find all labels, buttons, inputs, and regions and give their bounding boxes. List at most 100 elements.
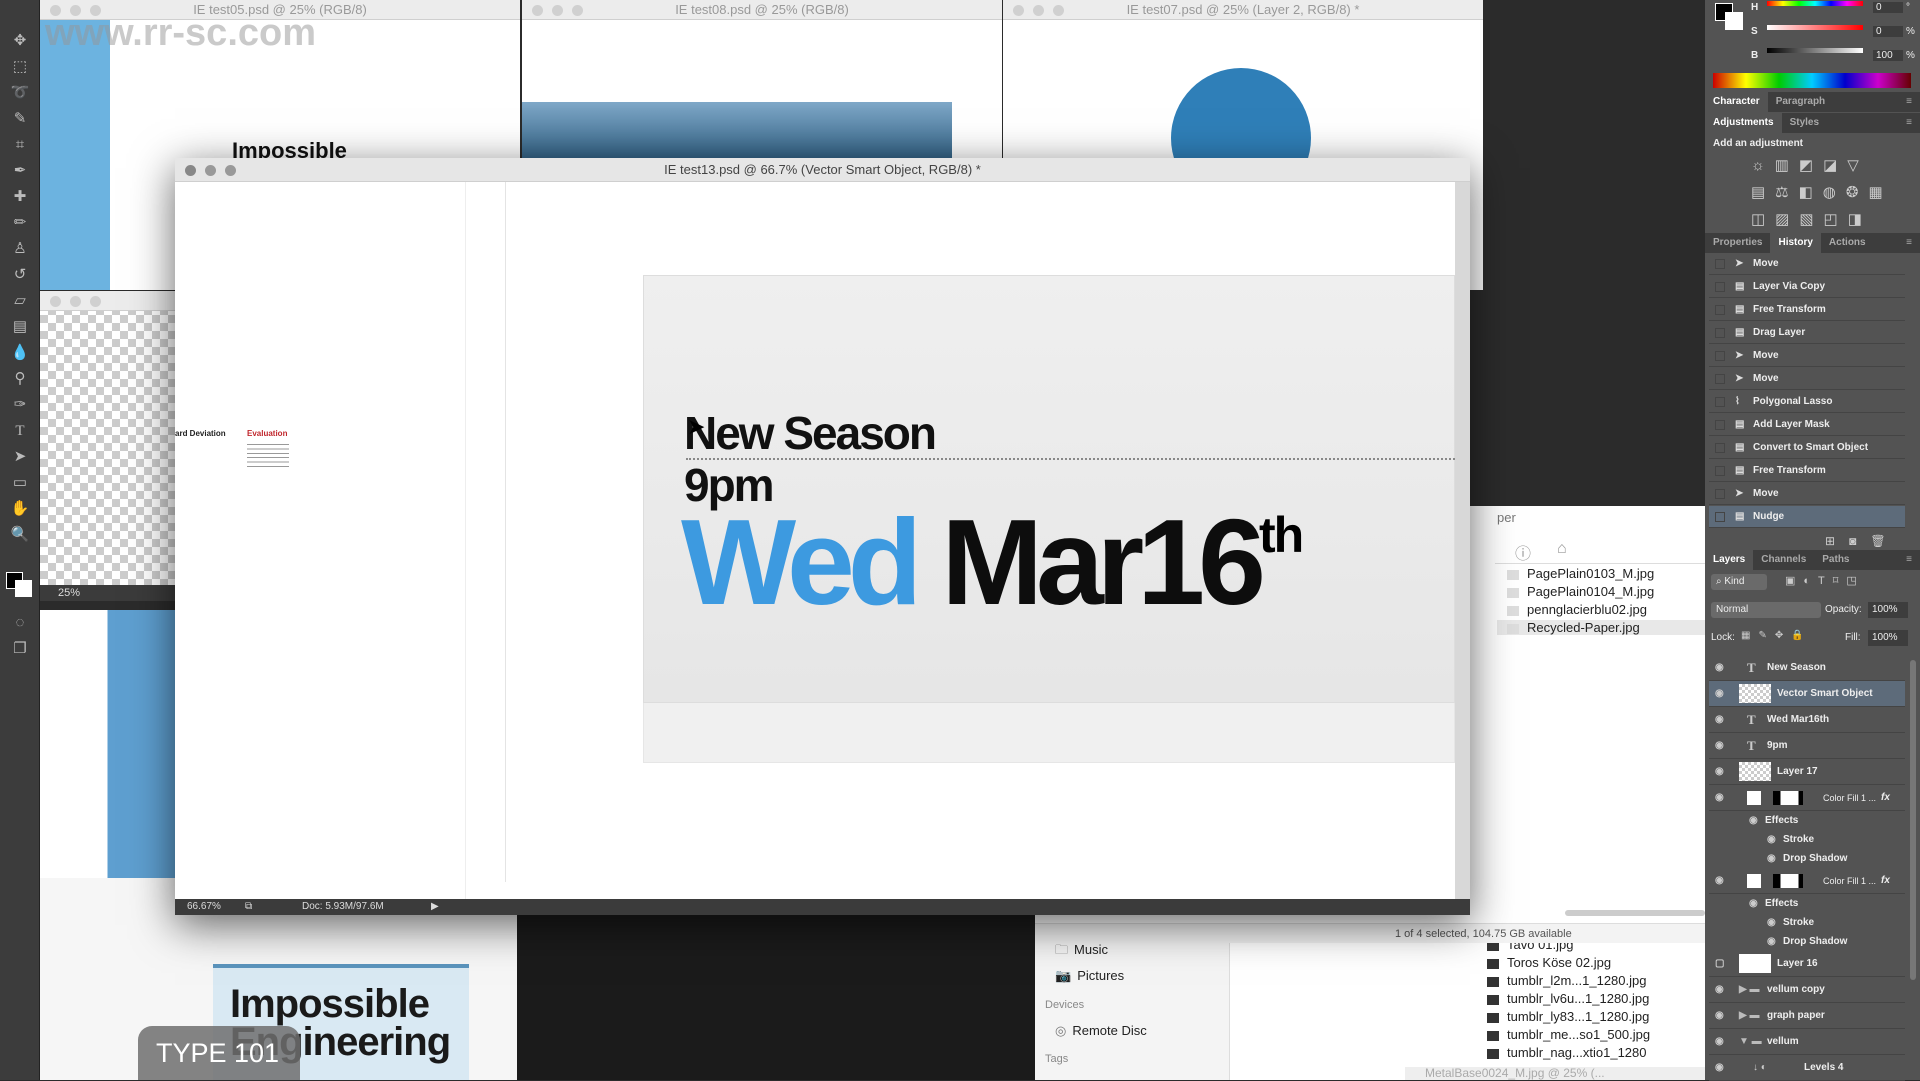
fx-icon[interactable]: fx	[1881, 785, 1890, 811]
layer-effect[interactable]: ◉ Drop Shadow	[1709, 932, 1905, 951]
background-swatch[interactable]	[1725, 12, 1743, 30]
layer-row[interactable]: ◉ Layer 17	[1709, 759, 1905, 785]
brightness-slider[interactable]	[1767, 48, 1863, 53]
history-item[interactable]: ➤ Move	[1709, 368, 1905, 390]
finder-window-lower[interactable]: 🗀 Music 📷 Pictures Devices ◎ Remote Disc Tags T…	[1035, 943, 1705, 1080]
history-snapshot-checkbox[interactable]	[1715, 259, 1725, 269]
tab-layers-1[interactable]: Channels	[1753, 550, 1814, 570]
crop-tool-icon[interactable]: ⌗	[6, 134, 34, 156]
file-item[interactable]: Recycled-Paper.jpg	[1497, 620, 1705, 635]
eyedropper-tool-icon[interactable]: ✒	[6, 160, 34, 182]
layer-effect[interactable]: ◉ Effects	[1709, 894, 1905, 913]
file-item[interactable]: pennglacierblu02.jpg	[1497, 602, 1705, 617]
history-item[interactable]: ➤ Move	[1709, 253, 1905, 275]
layer-row[interactable]: ◉ Color Fill 1 ... fx	[1709, 785, 1905, 811]
layer-row[interactable]: ◉ ▼ ▬ vellum	[1709, 1029, 1905, 1055]
gradient-tool-icon[interactable]: ▤	[6, 316, 34, 338]
kind-filter[interactable]: ⌕ Kind	[1711, 574, 1767, 590]
stamp-tool-icon[interactable]: ♙	[6, 238, 34, 260]
history-item[interactable]: ▤ Layer Via Copy	[1709, 276, 1905, 298]
eye-icon[interactable]: ◉	[1715, 1055, 1724, 1081]
tab-layers-2[interactable]: Paths	[1814, 550, 1857, 570]
background-color-swatch[interactable]	[15, 580, 32, 597]
history-item[interactable]: ▤ Nudge	[1709, 506, 1905, 528]
new-season-text[interactable]: New Season	[684, 406, 937, 460]
eye-icon[interactable]: ◉	[1749, 811, 1758, 830]
eye-icon[interactable]: ◉	[1715, 681, 1724, 707]
history-item[interactable]: ➤ Move	[1709, 345, 1905, 367]
minimize-button[interactable]	[205, 165, 216, 176]
trash-icon[interactable]: 🗑	[1870, 534, 1899, 548]
file-item[interactable]: PagePlain0103_M.jpg	[1497, 566, 1705, 581]
status-menu-arrow-icon[interactable]: ▶	[431, 899, 439, 915]
lock-icons[interactable]: ▦✎✥🔒	[1741, 630, 1812, 641]
eraser-tool-icon[interactable]: ▱	[6, 290, 34, 312]
file-item[interactable]: tumblr_ly83...1_1280.jpg	[1487, 1009, 1649, 1024]
marquee-tool-icon[interactable]: ⬚	[6, 56, 34, 78]
history-item[interactable]: ▤ Convert to Smart Object	[1709, 437, 1905, 459]
healing-tool-icon[interactable]: ✚	[6, 186, 34, 208]
folder-icon[interactable]: ▼ ▬	[1739, 1029, 1762, 1055]
layer-row[interactable]: ◉ ↓ ◐ Levels 4	[1709, 1055, 1905, 1081]
layer-row[interactable]: ◉ T New Season	[1709, 655, 1905, 681]
eye-icon[interactable]: ◉	[1715, 655, 1724, 681]
history-item[interactable]: ▤ Add Layer Mask	[1709, 414, 1905, 436]
layer-row[interactable]: ◉ T Wed Mar16th	[1709, 707, 1905, 733]
tab-char-1[interactable]: Paragraph	[1768, 92, 1833, 112]
layers-scrollbar[interactable]	[1910, 660, 1916, 980]
hand-tool-icon[interactable]: ✋	[6, 498, 34, 520]
history-snapshot-checkbox[interactable]	[1715, 374, 1725, 384]
camera-icon[interactable]: ◙	[1849, 534, 1870, 548]
panel-menu-icon[interactable]: ≡	[1898, 550, 1920, 570]
layer-row[interactable]: ◉ ▶ ▬ graph paper	[1709, 1003, 1905, 1029]
type-tool-icon[interactable]: T	[6, 420, 34, 442]
opacity-input[interactable]: 100%	[1868, 602, 1908, 618]
eye-icon[interactable]: ◉	[1767, 849, 1776, 868]
eye-icon[interactable]: ◉	[1767, 913, 1776, 932]
history-item[interactable]: ⌇ Polygonal Lasso	[1709, 391, 1905, 413]
document-window-test13[interactable]: IE test13.psd @ 66.7% (Vector Smart Obje…	[175, 158, 1470, 915]
visibility-off-icon[interactable]: ▢	[1715, 951, 1724, 977]
history-item[interactable]: ▤ Free Transform	[1709, 299, 1905, 321]
eye-icon[interactable]: ◉	[1767, 830, 1776, 849]
history-snapshot-checkbox[interactable]	[1715, 420, 1725, 430]
date-text[interactable]: Wed Mar16th	[681, 492, 1304, 632]
file-item[interactable]: tumblr_lv6u...1_1280.jpg	[1487, 991, 1649, 1006]
tab-layers-0[interactable]: Layers	[1705, 550, 1754, 570]
eye-icon[interactable]: ◉	[1715, 977, 1724, 1003]
path-select-tool-icon[interactable]: ➤	[6, 446, 34, 468]
screen-mode-icon[interactable]: ❐	[6, 638, 34, 660]
layer-effect[interactable]: ◉ Stroke	[1709, 913, 1905, 932]
file-item[interactable]: tumblr_nag...xtio1_1280	[1487, 1045, 1646, 1060]
layer-effect[interactable]: ◉ Stroke	[1709, 830, 1905, 849]
info-icon[interactable]: ⓘ	[1515, 540, 1531, 564]
panel-menu-icon[interactable]: ≡	[1898, 233, 1920, 253]
history-snapshot-checkbox[interactable]	[1715, 282, 1725, 292]
fx-icon[interactable]: fx	[1881, 868, 1890, 894]
filter-icons[interactable]: ▣◐T⌑◳	[1785, 574, 1865, 587]
folder-icon[interactable]: ▶ ▬	[1739, 1003, 1759, 1029]
panel-menu-icon[interactable]: ≡	[1898, 92, 1920, 112]
file-item[interactable]: Tavo 01.jpg	[1487, 943, 1574, 952]
b-value[interactable]: 100	[1873, 50, 1903, 61]
panel-menu-icon[interactable]: ≡	[1898, 113, 1920, 133]
eye-icon[interactable]: ◉	[1767, 932, 1776, 951]
move-tool-icon[interactable]: ✥	[6, 30, 34, 52]
h-value[interactable]: 0	[1873, 2, 1903, 13]
fill-input[interactable]: 100%	[1868, 630, 1908, 646]
quick-mask-icon[interactable]: ◌	[6, 612, 34, 634]
history-brush-tool-icon[interactable]: ↺	[6, 264, 34, 286]
brush-tool-icon[interactable]: ✏	[6, 212, 34, 234]
eye-icon[interactable]: ◉	[1715, 785, 1724, 811]
blur-tool-icon[interactable]: 💧	[6, 342, 34, 364]
layer-effect[interactable]: ◉ Drop Shadow	[1709, 849, 1905, 868]
history-snapshot-checkbox[interactable]	[1715, 466, 1725, 476]
zoom-level[interactable]: 25%	[58, 587, 80, 599]
adjustment-icons[interactable]: ☼▥◩◪▽ ▤⚖◧◍❂▦ ◫▨▧◰◨	[1751, 152, 1891, 233]
quick-select-tool-icon[interactable]: ✎	[6, 108, 34, 130]
history-snapshot-checkbox[interactable]	[1715, 489, 1725, 499]
close-button[interactable]	[185, 165, 196, 176]
dodge-tool-icon[interactable]: ⚲	[6, 368, 34, 390]
history-snapshot-checkbox[interactable]	[1715, 443, 1725, 453]
layer-row[interactable]: ◉ T 9pm	[1709, 733, 1905, 759]
